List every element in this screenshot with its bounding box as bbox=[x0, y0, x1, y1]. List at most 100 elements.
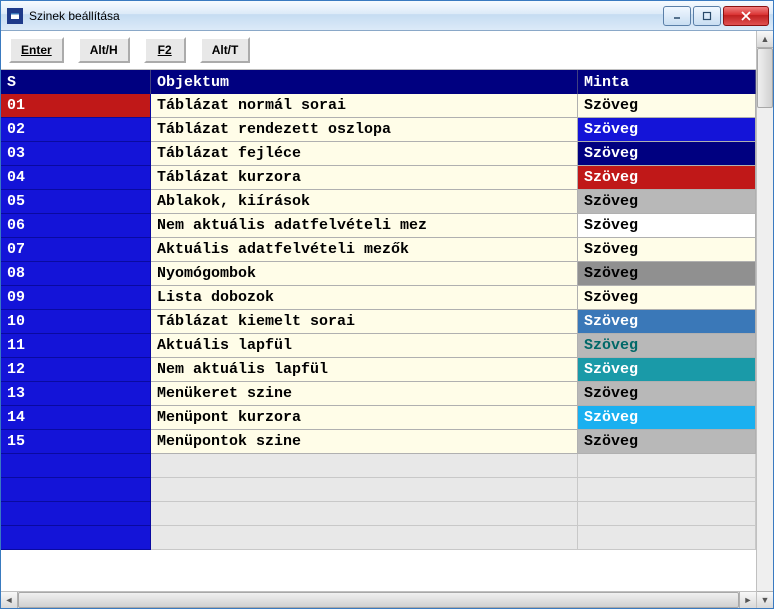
cell-s[interactable]: 11 bbox=[1, 334, 151, 358]
cell-objektum[interactable]: Menüpont kurzora bbox=[151, 406, 578, 430]
table-row[interactable]: 11Aktuális lapfülSzöveg bbox=[1, 334, 756, 358]
cell-minta[interactable]: Szöveg bbox=[578, 286, 756, 310]
vscroll-track[interactable] bbox=[757, 48, 773, 591]
cell-minta[interactable]: Szöveg bbox=[578, 406, 756, 430]
horizontal-scrollbar[interactable]: ◄ ► bbox=[1, 591, 756, 608]
cell-minta[interactable]: Szöveg bbox=[578, 358, 756, 382]
cell-s[interactable]: 01 bbox=[1, 94, 151, 118]
cell-objektum[interactable]: Táblázat rendezett oszlopa bbox=[151, 118, 578, 142]
table-row[interactable]: 02Táblázat rendezett oszlopaSzöveg bbox=[1, 118, 756, 142]
content-area: EnterAlt/HF2Alt/T S Objektum Minta 01Táb… bbox=[1, 31, 756, 608]
table-row[interactable]: 06Nem aktuális adatfelvételi mezSzöveg bbox=[1, 214, 756, 238]
cell-minta[interactable]: Szöveg bbox=[578, 214, 756, 238]
table-row[interactable]: 09Lista dobozokSzöveg bbox=[1, 286, 756, 310]
maximize-button[interactable] bbox=[693, 6, 721, 26]
header-s[interactable]: S bbox=[1, 70, 151, 94]
cell-minta[interactable]: Szöveg bbox=[578, 238, 756, 262]
cell-objektum[interactable]: Menüpontok szine bbox=[151, 430, 578, 454]
cell-s[interactable]: 15 bbox=[1, 430, 151, 454]
table-row[interactable]: 10Táblázat kiemelt soraiSzöveg bbox=[1, 310, 756, 334]
cell-s[interactable]: 05 bbox=[1, 190, 151, 214]
cell-minta[interactable]: Szöveg bbox=[578, 334, 756, 358]
cell-s[interactable]: 10 bbox=[1, 310, 151, 334]
minimize-button[interactable] bbox=[663, 6, 691, 26]
client-area: EnterAlt/HF2Alt/T S Objektum Minta 01Táb… bbox=[1, 31, 773, 608]
cell-minta[interactable]: Szöveg bbox=[578, 310, 756, 334]
cell-s[interactable]: 09 bbox=[1, 286, 151, 310]
table-row[interactable]: 04Táblázat kurzoraSzöveg bbox=[1, 166, 756, 190]
vscroll-thumb[interactable] bbox=[757, 48, 773, 108]
table-row[interactable]: 15Menüpontok szineSzöveg bbox=[1, 430, 756, 454]
cell-s[interactable]: 03 bbox=[1, 142, 151, 166]
table-row[interactable]: 01Táblázat normál soraiSzöveg bbox=[1, 94, 756, 118]
cell-minta[interactable]: Szöveg bbox=[578, 118, 756, 142]
app-icon bbox=[7, 8, 23, 24]
table-row-empty bbox=[1, 454, 756, 478]
cell-empty bbox=[151, 502, 578, 526]
cell-objektum[interactable]: Menükeret szine bbox=[151, 382, 578, 406]
cell-s[interactable]: 02 bbox=[1, 118, 151, 142]
table-row[interactable]: 03Táblázat fejléceSzöveg bbox=[1, 142, 756, 166]
cell-minta[interactable]: Szöveg bbox=[578, 142, 756, 166]
cell-objektum[interactable]: Nem aktuális lapfül bbox=[151, 358, 578, 382]
cell-objektum[interactable]: Táblázat kurzora bbox=[151, 166, 578, 190]
cell-minta[interactable]: Szöveg bbox=[578, 190, 756, 214]
cell-minta[interactable]: Szöveg bbox=[578, 94, 756, 118]
titlebar[interactable]: Szinek beállítása bbox=[1, 1, 773, 31]
cell-s[interactable]: 13 bbox=[1, 382, 151, 406]
cell-objektum[interactable]: Ablakok, kiírások bbox=[151, 190, 578, 214]
table-row-empty bbox=[1, 526, 756, 550]
cell-empty bbox=[578, 502, 756, 526]
cell-objektum[interactable]: Táblázat kiemelt sorai bbox=[151, 310, 578, 334]
window-controls bbox=[663, 6, 769, 26]
cell-empty bbox=[1, 478, 151, 502]
cell-minta[interactable]: Szöveg bbox=[578, 166, 756, 190]
toolbar-button-alth[interactable]: Alt/H bbox=[78, 37, 130, 63]
close-button[interactable] bbox=[723, 6, 769, 26]
table-body: 01Táblázat normál soraiSzöveg02Táblázat … bbox=[1, 94, 756, 591]
cell-minta[interactable]: Szöveg bbox=[578, 382, 756, 406]
cell-empty bbox=[1, 526, 151, 550]
color-table: S Objektum Minta 01Táblázat normál sorai… bbox=[1, 70, 756, 591]
hscroll-thumb[interactable] bbox=[18, 592, 739, 608]
cell-objektum[interactable]: Aktuális lapfül bbox=[151, 334, 578, 358]
table-row[interactable]: 05Ablakok, kiírásokSzöveg bbox=[1, 190, 756, 214]
color-settings-window: Szinek beállítása Enter Alt/H F2 Alt/T S Ob… bbox=[0, 0, 774, 609]
header-minta[interactable]: Minta bbox=[578, 70, 756, 94]
table-row[interactable]: 12Nem aktuális lapfülSzöveg bbox=[1, 358, 756, 382]
table-row[interactable]: 07Aktuális adatfelvételi mezőkSzöveg bbox=[1, 238, 756, 262]
scroll-up-button[interactable]: ▲ bbox=[757, 31, 773, 48]
cell-objektum[interactable]: Nyomógombok bbox=[151, 262, 578, 286]
cell-objektum[interactable]: Táblázat normál sorai bbox=[151, 94, 578, 118]
scroll-right-button[interactable]: ► bbox=[739, 592, 756, 608]
cell-empty bbox=[151, 478, 578, 502]
cell-s[interactable]: 07 bbox=[1, 238, 151, 262]
cell-objektum[interactable]: Nem aktuális adatfelvételi mez bbox=[151, 214, 578, 238]
toolbar-button-enter[interactable]: Enter bbox=[9, 37, 64, 63]
cell-s[interactable]: 14 bbox=[1, 406, 151, 430]
cell-s[interactable]: 08 bbox=[1, 262, 151, 286]
cell-minta[interactable]: Szöveg bbox=[578, 262, 756, 286]
header-objektum[interactable]: Objektum bbox=[151, 70, 578, 94]
cell-empty bbox=[578, 454, 756, 478]
cell-empty bbox=[151, 526, 578, 550]
table-row[interactable]: 13Menükeret szineSzöveg bbox=[1, 382, 756, 406]
cell-s[interactable]: 04 bbox=[1, 166, 151, 190]
toolbar-button-altt[interactable]: Alt/T bbox=[200, 37, 251, 63]
cell-empty bbox=[1, 454, 151, 478]
table-header: S Objektum Minta bbox=[1, 70, 756, 94]
scroll-left-button[interactable]: ◄ bbox=[1, 592, 18, 608]
table-row[interactable]: 14Menüpont kurzoraSzöveg bbox=[1, 406, 756, 430]
scroll-down-button[interactable]: ▼ bbox=[757, 591, 773, 608]
cell-objektum[interactable]: Táblázat fejléce bbox=[151, 142, 578, 166]
table-row[interactable]: 08NyomógombokSzöveg bbox=[1, 262, 756, 286]
table-row-empty bbox=[1, 478, 756, 502]
cell-s[interactable]: 12 bbox=[1, 358, 151, 382]
cell-minta[interactable]: Szöveg bbox=[578, 430, 756, 454]
toolbar-button-f2[interactable]: F2 bbox=[144, 37, 186, 63]
cell-objektum[interactable]: Lista dobozok bbox=[151, 286, 578, 310]
cell-objektum[interactable]: Aktuális adatfelvételi mezők bbox=[151, 238, 578, 262]
vertical-scrollbar[interactable]: ▲ ▼ bbox=[756, 31, 773, 608]
cell-s[interactable]: 06 bbox=[1, 214, 151, 238]
hscroll-track[interactable] bbox=[18, 592, 739, 608]
